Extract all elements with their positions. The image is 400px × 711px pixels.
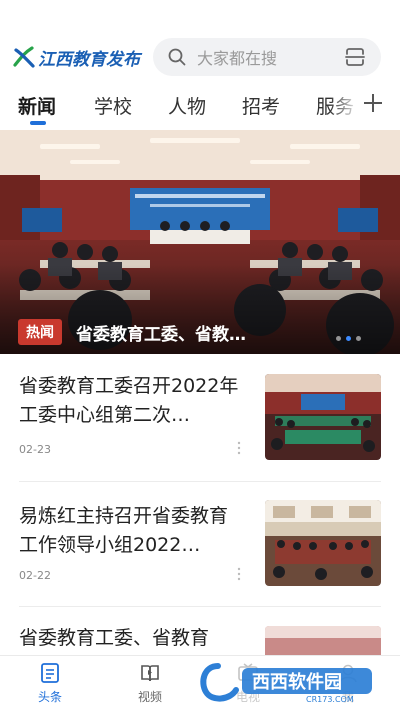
app-screen: 江西教育发布 大家都在搜 新闻 学校 人物 招考 服务 — [0, 0, 400, 711]
news-title: 省委教育工委召开2022年工委中心组第二次… — [19, 375, 239, 426]
news-date: 02-23 — [19, 443, 51, 456]
news-title: 省委教育工委、省教育 — [19, 627, 210, 649]
hot-badge: 热闻 — [18, 319, 62, 345]
more-options-icon[interactable] — [236, 441, 242, 455]
top-header: 江西教育发布 大家都在搜 — [0, 0, 400, 82]
nav-video[interactable]: 视频 — [120, 662, 180, 705]
news-list-item[interactable]: 省委教育工委、省教育 — [0, 618, 400, 655]
carousel-dot — [356, 336, 361, 341]
tab-news[interactable]: 新闻 — [18, 92, 56, 119]
logo-text: 江西教育发布 — [38, 49, 140, 70]
tab-people[interactable]: 人物 — [168, 92, 206, 119]
more-options-icon[interactable] — [236, 567, 242, 581]
tab-fade — [330, 86, 360, 122]
news-thumbnail — [265, 374, 381, 460]
news-list-item[interactable]: 省委教育工委召开2022年工委中心组第二次… 02-23 — [0, 366, 400, 478]
nav-label: 视频 — [137, 690, 162, 704]
news-title: 易炼红主持召开省委教育工作领导小组2022… — [19, 505, 229, 556]
add-channel-icon[interactable] — [362, 92, 384, 114]
carousel-dot — [336, 336, 341, 341]
tab-exams[interactable]: 招考 — [242, 92, 280, 119]
watermark-text: 西西软件园 — [252, 671, 342, 693]
news-thumbnail — [265, 500, 381, 586]
nav-headlines[interactable]: 头条 — [20, 662, 80, 705]
logo-mark-icon — [13, 46, 35, 68]
scan-icon[interactable] — [343, 45, 367, 69]
watermark-logo: 西西软件园 CR173.COM — [200, 663, 372, 704]
nav-label: 头条 — [37, 690, 62, 704]
search-icon — [168, 48, 186, 66]
news-date: 02-22 — [19, 569, 51, 582]
carousel-dot-active — [346, 336, 351, 341]
banner-caption-text: 省委教育工委、省教… — [76, 324, 246, 345]
active-tab-indicator — [30, 121, 46, 125]
news-thumbnail — [265, 626, 381, 655]
list-divider — [19, 481, 381, 482]
video-book-icon — [141, 665, 159, 682]
list-divider — [19, 606, 381, 607]
tab-schools[interactable]: 学校 — [94, 92, 132, 119]
app-logo: 江西教育发布 — [12, 42, 140, 72]
carousel-indicator — [336, 336, 361, 341]
watermark-subtext: CR173.COM — [306, 695, 354, 704]
search-placeholder: 大家都在搜 — [197, 49, 278, 68]
article-icon — [41, 663, 59, 683]
news-list-item[interactable]: 易炼红主持召开省委教育工作领导小组2022… 02-22 — [0, 492, 400, 604]
banner-caption[interactable]: 热闻 省委教育工委、省教… — [18, 319, 246, 345]
search-bar[interactable]: 大家都在搜 — [153, 38, 381, 76]
